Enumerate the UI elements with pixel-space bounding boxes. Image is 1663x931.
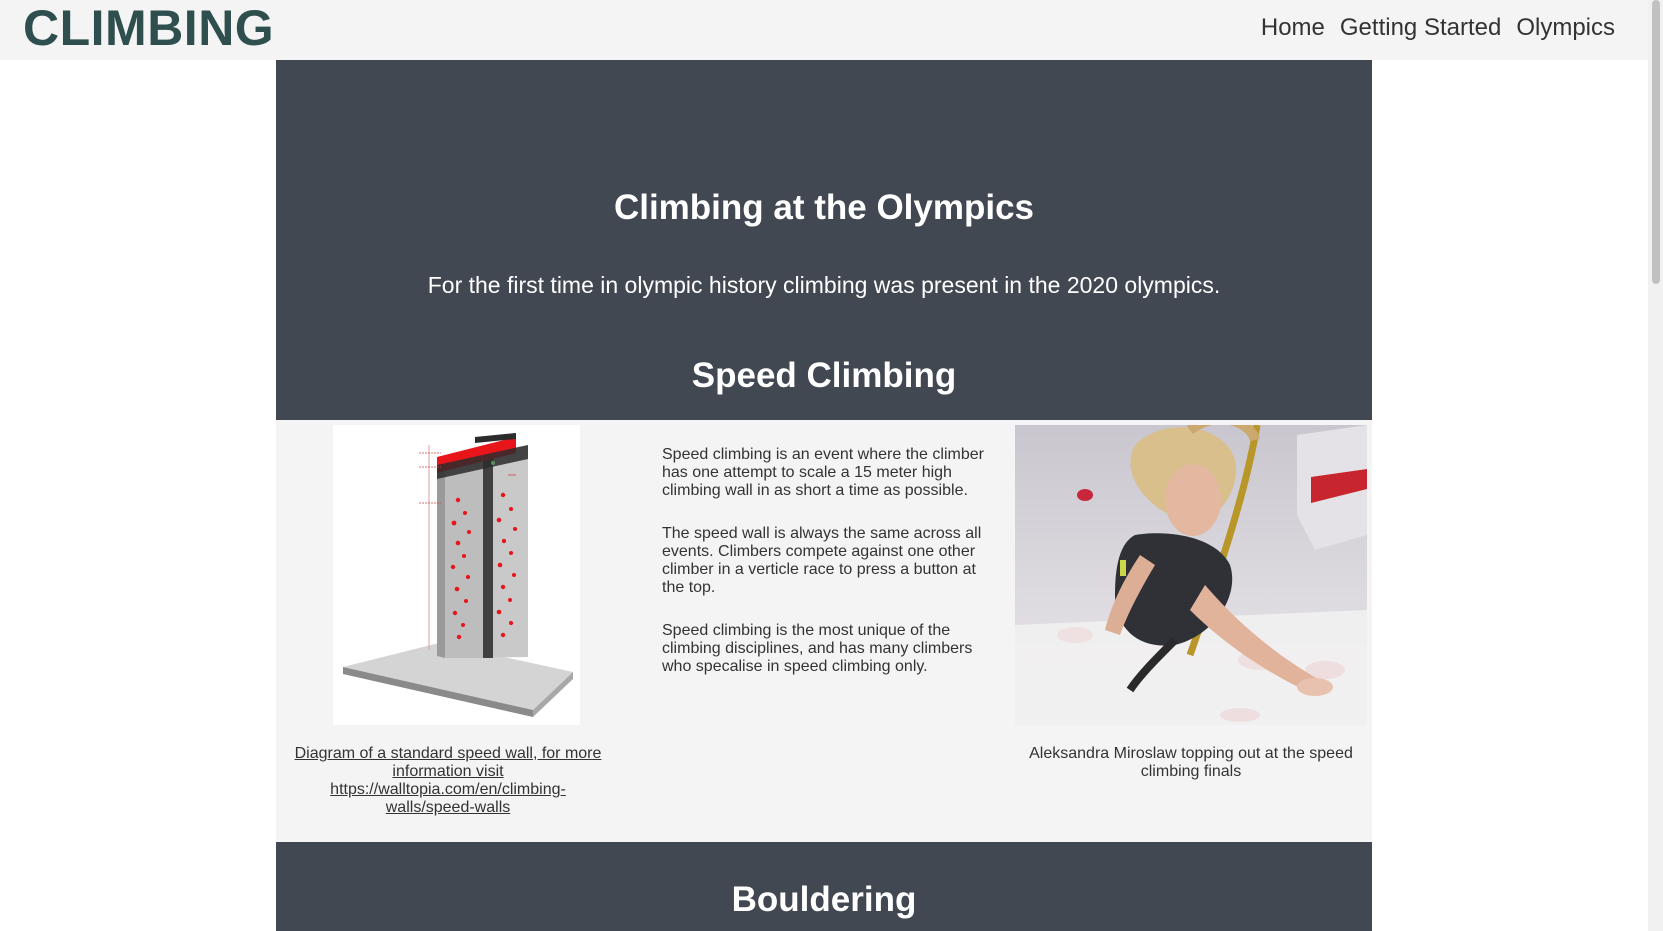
speed-climbing-description: Speed climbing is an event where the cli… bbox=[662, 446, 992, 701]
speed-paragraph-1: Speed climbing is an event where the cli… bbox=[662, 446, 984, 499]
site-header: CLIMBING Home Getting Started Olympics bbox=[0, 0, 1648, 60]
athlete-photo-figure: Aleksandra Miroslaw topping out at the s… bbox=[1015, 425, 1367, 781]
speed-wall-caption: Diagram of a standard speed wall, for mo… bbox=[288, 745, 608, 817]
page: CLIMBING Home Getting Started Olympics C… bbox=[0, 0, 1663, 931]
athlete-photo-caption: Aleksandra Miroslaw topping out at the s… bbox=[1029, 745, 1353, 780]
speed-climbing-panel: Diagram of a standard speed wall, for mo… bbox=[276, 420, 1372, 842]
speed-paragraph-3: Speed climbing is the most unique of the… bbox=[662, 622, 973, 675]
scrollbar-thumb[interactable] bbox=[1652, 0, 1660, 284]
speed-climbing-heading: Speed Climbing bbox=[691, 356, 957, 395]
bouldering-heading: Bouldering bbox=[731, 880, 917, 919]
hero-lead: For the first time in olympic history cl… bbox=[427, 272, 1221, 298]
speed-paragraph-2: The speed wall is always the same across… bbox=[662, 525, 982, 596]
hero-section: Climbing at the Olympics For the first t… bbox=[276, 60, 1372, 420]
main-content: Climbing at the Olympics For the first t… bbox=[276, 60, 1372, 931]
brand-logo-text[interactable]: CLIMBING bbox=[23, 0, 274, 56]
speed-wall-caption-link[interactable]: Diagram of a standard speed wall, for mo… bbox=[295, 745, 602, 816]
page-title: Climbing at the Olympics bbox=[613, 188, 1035, 227]
page-scrollbar[interactable] bbox=[1648, 0, 1663, 931]
main-nav: Home Getting Started Olympics bbox=[1261, 10, 1615, 46]
speed-wall-figure: Diagram of a standard speed wall, for mo… bbox=[295, 425, 601, 816]
nav-link-olympics[interactable]: Olympics bbox=[1516, 10, 1615, 46]
nav-link-home[interactable]: Home bbox=[1261, 10, 1325, 46]
nav-link-getting-started[interactable]: Getting Started bbox=[1340, 10, 1501, 46]
athlete-photo bbox=[1015, 425, 1367, 725]
speed-wall-diagram bbox=[333, 425, 580, 725]
bouldering-section: Bouldering bbox=[276, 842, 1372, 931]
